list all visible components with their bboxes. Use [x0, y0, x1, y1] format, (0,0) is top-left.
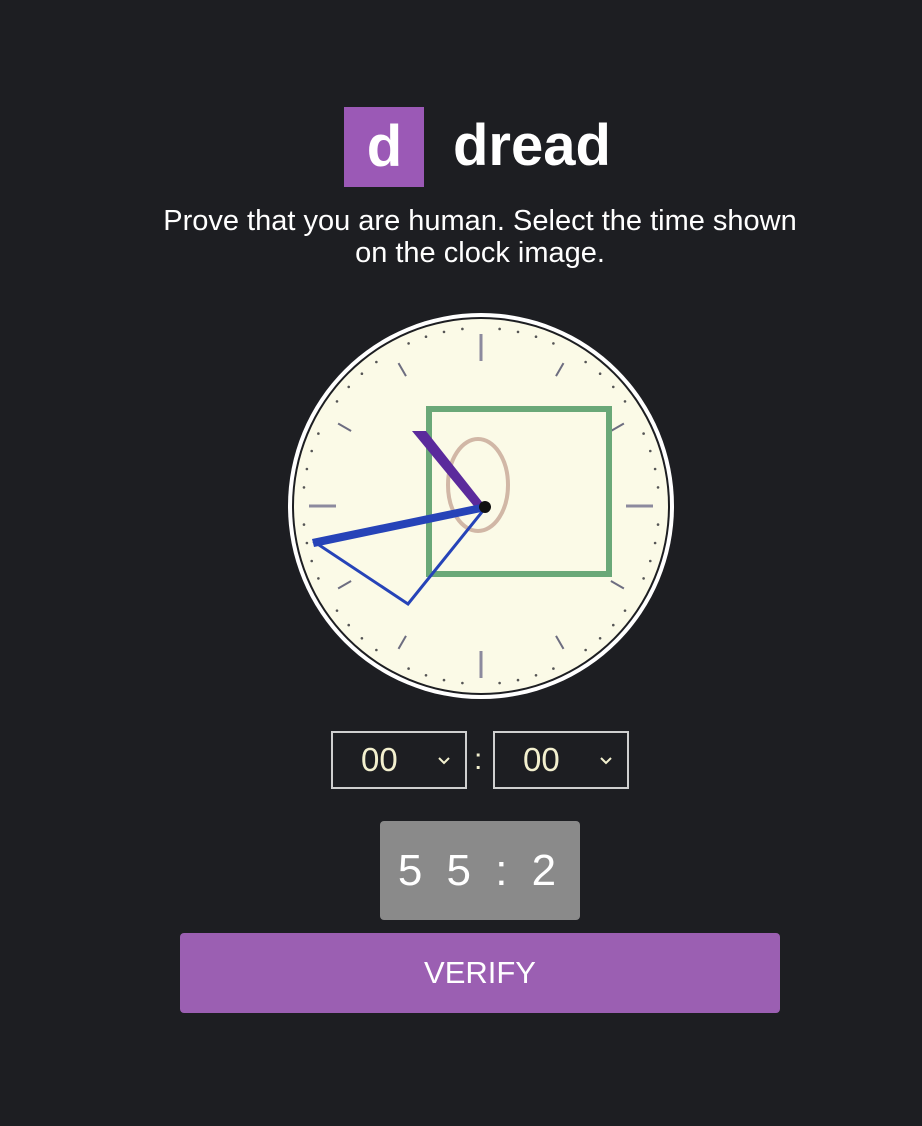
brand-name: dread	[453, 113, 611, 178]
hour-select-value: 00	[361, 741, 398, 778]
captcha-prompt: Prove that you are human. Select the tim…	[163, 205, 797, 269]
chevron-down-icon	[438, 757, 450, 765]
brand-header: d dread	[344, 107, 634, 187]
verify-button[interactable]: VERIFY	[180, 933, 780, 1013]
time-separator: :	[474, 743, 483, 776]
clock-image	[288, 313, 674, 699]
captcha-page: d dread Prove that you are human. Select…	[0, 0, 922, 1126]
minute-select[interactable]: 00	[493, 731, 629, 789]
minute-select-value: 00	[523, 741, 560, 778]
countdown-timer: 5 5 : 2 4	[380, 821, 580, 994]
dread-logo: d	[344, 107, 424, 187]
hour-select[interactable]: 00	[331, 731, 467, 789]
chevron-down-icon	[600, 757, 612, 765]
